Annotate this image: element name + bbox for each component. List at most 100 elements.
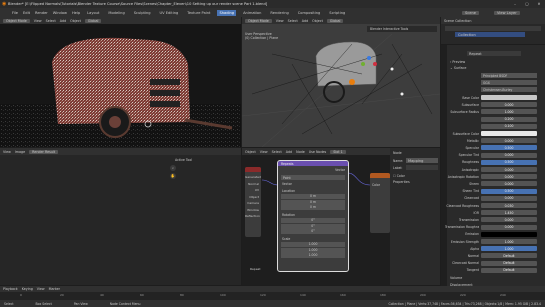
- tab-sculpting[interactable]: Sculpting: [132, 10, 153, 16]
- prop-field[interactable]: 0.000: [481, 217, 537, 223]
- object-menu-right[interactable]: Object: [312, 19, 323, 23]
- prop-field[interactable]: 0.000: [481, 195, 537, 201]
- subsurface-method-dropdown[interactable]: Christensen-Burley: [481, 87, 537, 92]
- location-fields[interactable]: 0 m 0 m 0 m: [281, 194, 345, 210]
- prop-field[interactable]: 0.000: [481, 138, 537, 144]
- surface-section[interactable]: ⌄ Surface: [450, 66, 466, 70]
- outliner-search[interactable]: [445, 26, 541, 31]
- timeline-ruler[interactable]: 0 20 40 60 80 100 120 140 160 180 200 220 240: [0, 292, 545, 300]
- view-menu-right[interactable]: View: [276, 19, 284, 23]
- select-menu-right[interactable]: Select: [288, 19, 298, 23]
- distribution-dropdown[interactable]: GGX: [481, 80, 537, 85]
- tab-compositing[interactable]: Compositing: [296, 10, 323, 16]
- add-menu[interactable]: Add: [60, 19, 66, 23]
- prop-field[interactable]: 1.000: [481, 246, 537, 252]
- prop-field[interactable]: 0.000: [481, 224, 537, 230]
- tab-shading[interactable]: Shading: [217, 9, 237, 16]
- render-result-selector[interactable]: Render Result: [29, 149, 59, 154]
- material-name-field[interactable]: Repeat: [467, 51, 521, 56]
- viewport-right-solid[interactable]: User Perspective (0) Collection | Plane …: [242, 24, 440, 147]
- menu-render[interactable]: Render: [35, 11, 48, 15]
- node-add-menu[interactable]: Add: [286, 150, 292, 154]
- node-name-field[interactable]: Mapping: [406, 158, 438, 163]
- menu-window[interactable]: Window: [53, 11, 67, 15]
- tab-uv-editing[interactable]: UV Editing: [158, 10, 181, 16]
- prop-field[interactable]: 0.500: [481, 188, 537, 194]
- node-editor-canvas[interactable]: Generated Normal UV Object Camera Window…: [242, 155, 390, 285]
- image-editor-canvas[interactable]: Active Tool ⌕ ✋: [0, 155, 241, 285]
- color-checkbox[interactable]: ☐ Color: [393, 174, 405, 178]
- tab-layout[interactable]: Layout: [85, 10, 101, 16]
- prop-field[interactable]: Default: [481, 260, 537, 266]
- surface-shader-dropdown[interactable]: Principled BSDF: [481, 73, 537, 78]
- prop-field[interactable]: 1.000: [481, 239, 537, 244]
- tab-rendering[interactable]: Rendering: [268, 10, 290, 16]
- node-object-menu[interactable]: Object: [245, 150, 256, 154]
- prop-label: Subsurface Color: [452, 131, 479, 136]
- slot-selector[interactable]: Slot 1: [330, 149, 346, 154]
- scene-selector[interactable]: Scene: [462, 9, 479, 16]
- prop-label: Specular Tint: [458, 153, 479, 158]
- timeline-view-menu[interactable]: View: [37, 287, 45, 291]
- node-view-menu[interactable]: View: [260, 150, 268, 154]
- prop-field[interactable]: 1.450: [481, 210, 537, 216]
- tab-animation[interactable]: Animation: [241, 10, 263, 16]
- view-menu[interactable]: View: [34, 19, 42, 23]
- object-menu[interactable]: Object: [70, 19, 81, 23]
- keying-menu[interactable]: Keying: [22, 287, 33, 291]
- mapping-type-dropdown[interactable]: Point: [281, 175, 345, 180]
- volume-section[interactable]: Volume: [450, 276, 462, 280]
- scale-fields[interactable]: 1.000 1.000 1.000: [281, 242, 345, 258]
- prop-field[interactable]: 0.000: [481, 152, 537, 158]
- prop-field[interactable]: 0.000: [481, 181, 537, 187]
- prop-field[interactable]: [481, 231, 537, 237]
- prop-field[interactable]: 0.100: [481, 123, 537, 129]
- zoom-icon[interactable]: ⌕: [170, 165, 176, 171]
- prop-field[interactable]: 0.000: [481, 167, 537, 172]
- node-select-menu[interactable]: Select: [272, 150, 282, 154]
- rotation-fields[interactable]: 0° 0° 0°: [281, 218, 345, 234]
- prop-field[interactable]: 0.500: [481, 145, 537, 151]
- mode-selector-right[interactable]: Object Mode: [245, 18, 272, 23]
- playback-menu[interactable]: Playback: [3, 287, 18, 291]
- transform-orientation-right[interactable]: Global: [326, 18, 344, 23]
- minimize-icon[interactable]: –: [509, 0, 521, 8]
- mapping-node[interactable]: Repeats Vector Point Vector Location 0 m…: [277, 160, 349, 272]
- outliner-item-collection[interactable]: Collection: [455, 32, 525, 37]
- prop-field[interactable]: 1.000: [481, 109, 537, 115]
- image-texture-node[interactable]: Color: [370, 173, 390, 233]
- prop-field[interactable]: 0.000: [481, 102, 537, 108]
- tab-texture-paint[interactable]: Texture Paint: [185, 10, 212, 16]
- mode-selector[interactable]: Object Mode: [3, 18, 30, 23]
- tab-modeling[interactable]: Modeling: [106, 10, 126, 16]
- image-menu[interactable]: Image: [15, 150, 25, 154]
- prop-field[interactable]: 0.500: [481, 159, 537, 165]
- prop-field[interactable]: [481, 131, 537, 136]
- prop-field[interactable]: Default: [481, 253, 537, 259]
- menu-edit[interactable]: Edit: [23, 11, 30, 15]
- viewport-left-render[interactable]: [0, 24, 241, 147]
- tab-scripting[interactable]: Scripting: [327, 10, 347, 16]
- blender-interactive-tools-panel[interactable]: Blender Interactive Tools: [367, 26, 437, 32]
- prop-field[interactable]: 0.000: [481, 174, 537, 180]
- marker-menu[interactable]: Marker: [49, 287, 60, 291]
- prop-field[interactable]: [481, 95, 537, 100]
- select-menu[interactable]: Select: [46, 19, 56, 23]
- use-nodes-checkbox[interactable]: Use Nodes: [309, 150, 327, 154]
- node-label-field[interactable]: [406, 165, 438, 170]
- maximize-icon[interactable]: ▢: [521, 0, 533, 8]
- hand-icon[interactable]: ✋: [170, 173, 176, 179]
- close-icon[interactable]: ✕: [533, 0, 545, 8]
- menu-file[interactable]: File: [12, 11, 18, 15]
- prop-field[interactable]: 0.200: [481, 116, 537, 122]
- transform-orientation[interactable]: Global: [84, 18, 102, 23]
- image-view-menu[interactable]: View: [3, 150, 11, 154]
- add-menu-right[interactable]: Add: [302, 19, 308, 23]
- menu-help[interactable]: Help: [72, 11, 80, 15]
- prop-field[interactable]: 0.030: [481, 203, 537, 208]
- preview-section[interactable]: › Preview: [450, 60, 465, 64]
- node-node-menu[interactable]: Node: [296, 150, 305, 154]
- view-layer-selector[interactable]: View Layer: [494, 9, 520, 16]
- prop-field[interactable]: Default: [481, 267, 537, 273]
- texture-coordinate-node[interactable]: Generated Normal UV Object Camera Window…: [245, 167, 261, 237]
